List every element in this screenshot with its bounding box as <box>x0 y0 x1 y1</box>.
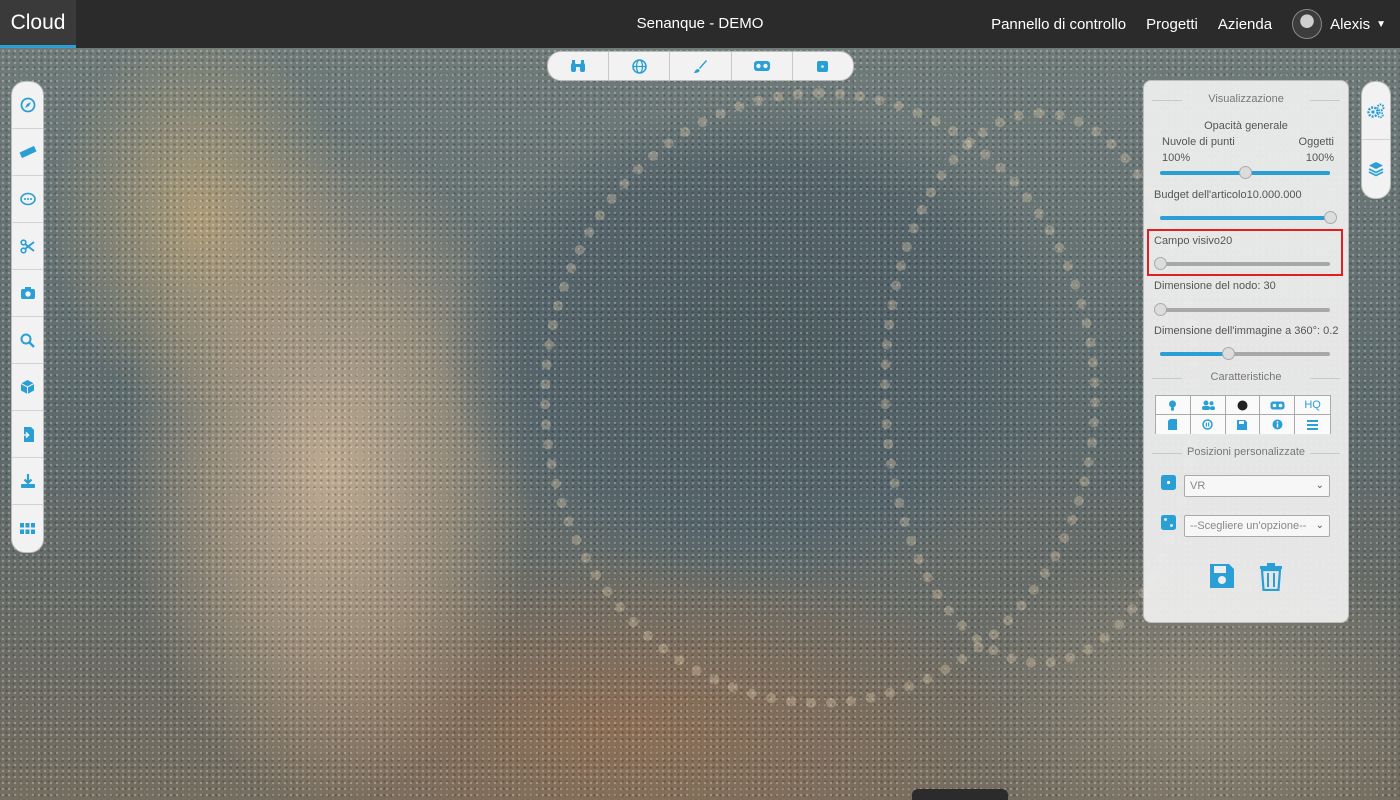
brand-logo[interactable]: Cloud <box>0 0 76 48</box>
section-title-positions: Posizioni personalizzate <box>1144 446 1348 458</box>
position-select-1-value: VR <box>1190 480 1206 492</box>
fov-highlight <box>1147 229 1343 276</box>
chevron-down-icon: ⌄ <box>1315 480 1324 491</box>
objects-label: Oggetti <box>1298 136 1334 148</box>
save-icon[interactable] <box>1225 415 1261 434</box>
bottom-tab[interactable] <box>912 789 1008 800</box>
position-select-1[interactable]: VR ⌄ <box>1184 475 1330 497</box>
top-nav: Pannello di controllo Progetti Azienda A… <box>991 0 1386 48</box>
settings-gears-icon[interactable] <box>1362 82 1390 140</box>
avatar <box>1292 9 1323 39</box>
position-row <box>1158 512 1178 532</box>
sd-card-icon[interactable] <box>1156 415 1191 434</box>
left-toolbar <box>11 81 44 553</box>
list-icon[interactable] <box>1295 415 1330 434</box>
budget-slider[interactable] <box>1160 211 1337 224</box>
chevron-down-icon: ▼ <box>1376 18 1386 30</box>
objects-percent: 100% <box>1305 152 1334 164</box>
download-icon[interactable] <box>12 458 43 505</box>
image360-label: Dimensione dell'immagine a 360°: 0.2 <box>1154 325 1339 337</box>
visualization-panel: Visualizzazione Opacità generale Nuvole … <box>1143 80 1349 623</box>
comment-icon[interactable] <box>12 176 43 223</box>
top-navbar: Cloud Senanque - DEMO Pannello di contro… <box>0 0 1400 48</box>
layers-icon[interactable] <box>1362 140 1390 198</box>
cube-icon[interactable] <box>1158 472 1178 492</box>
budget-label: Budget dell'articolo10.000.000 <box>1154 189 1302 201</box>
slider-fill <box>1160 352 1228 356</box>
slider-knob[interactable] <box>1154 303 1167 316</box>
save-icon[interactable] <box>1209 563 1235 594</box>
circle-icon[interactable] <box>1225 396 1261 415</box>
nav-company[interactable]: Azienda <box>1218 16 1272 33</box>
search-icon[interactable] <box>12 317 43 364</box>
binoculars-icon[interactable] <box>548 52 610 80</box>
slider-fill <box>1160 216 1330 220</box>
image360-slider[interactable] <box>1160 347 1330 360</box>
info-icon[interactable] <box>1260 415 1296 434</box>
features-grid: HQ <box>1155 395 1331 434</box>
opacity-slider[interactable] <box>1160 166 1330 179</box>
position-row <box>1158 472 1178 492</box>
cube-icon[interactable] <box>793 52 853 80</box>
node-size-label: Dimensione del nodo: 30 <box>1154 280 1276 292</box>
position-select-2[interactable]: --Scegliere un'opzione-- ⌄ <box>1184 515 1330 537</box>
slider-knob[interactable] <box>1239 166 1252 179</box>
ruler-icon[interactable] <box>12 129 43 176</box>
user-menu[interactable]: Alexis ▼ <box>1292 9 1386 39</box>
users-icon[interactable] <box>1190 396 1226 415</box>
view-mode-toolbar <box>547 51 854 81</box>
pause-circle-icon[interactable] <box>1190 415 1226 434</box>
file-import-icon[interactable] <box>12 411 43 458</box>
hq-toggle[interactable]: HQ <box>1295 396 1330 415</box>
point-clouds-percent: 100% <box>1162 152 1191 164</box>
slider-knob[interactable] <box>1222 347 1235 360</box>
slider-knob[interactable] <box>1324 211 1337 224</box>
brush-icon[interactable] <box>670 52 732 80</box>
camera-icon[interactable] <box>12 270 43 317</box>
nav-dashboard[interactable]: Pannello di controllo <box>991 16 1126 33</box>
nav-projects[interactable]: Progetti <box>1146 16 1198 33</box>
chevron-down-icon: ⌄ <box>1315 520 1324 531</box>
box-icon[interactable] <box>12 364 43 411</box>
scissors-icon[interactable] <box>12 223 43 270</box>
right-toolbar <box>1361 81 1391 199</box>
panel-actions <box>1144 563 1348 594</box>
point-clouds-label: Nuvole di punti <box>1162 136 1235 148</box>
node-size-slider[interactable] <box>1154 303 1330 316</box>
vr-glasses-icon[interactable] <box>732 52 793 80</box>
compass-icon[interactable] <box>12 82 43 129</box>
user-name: Alexis <box>1330 15 1371 33</box>
grid-icon[interactable] <box>12 505 43 552</box>
dice-icon[interactable] <box>1158 512 1178 532</box>
trash-icon[interactable] <box>1259 563 1283 594</box>
vr-glasses-icon[interactable] <box>1260 396 1296 415</box>
opacity-label: Opacità generale <box>1204 120 1288 132</box>
position-select-2-value: --Scegliere un'opzione-- <box>1190 520 1307 532</box>
lightbulb-icon[interactable] <box>1156 396 1191 415</box>
section-title-visualization: Visualizzazione <box>1144 93 1348 105</box>
section-title-features: Caratteristiche <box>1144 371 1348 383</box>
globe-icon[interactable] <box>609 52 671 80</box>
